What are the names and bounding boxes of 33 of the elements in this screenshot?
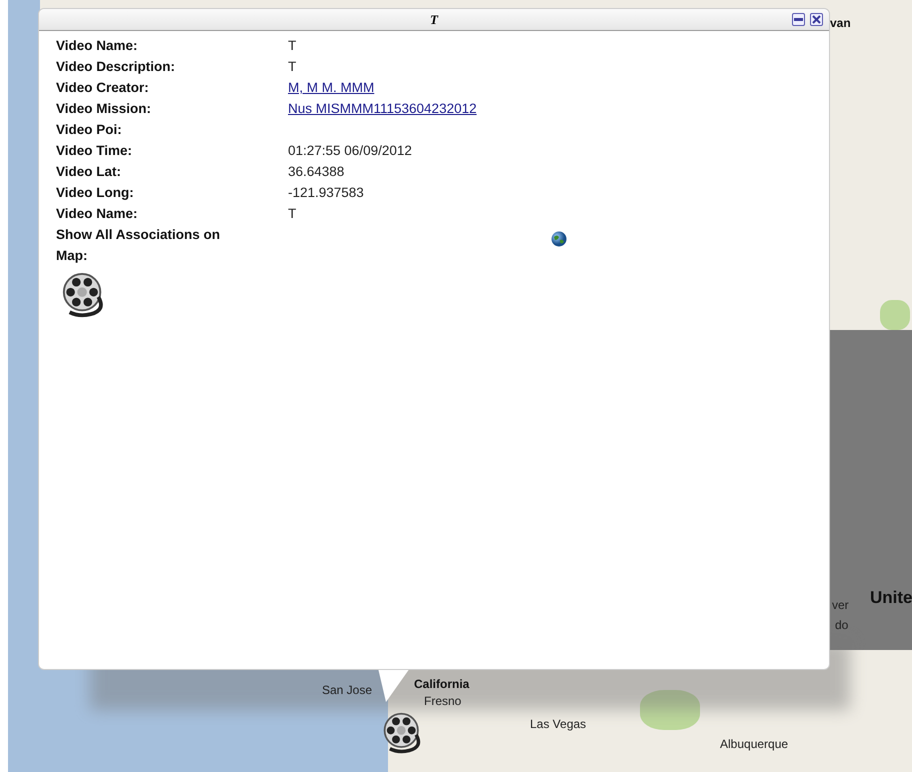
field-label: Video Name: xyxy=(56,37,139,55)
map-label: Albuquerque xyxy=(720,737,788,751)
close-icon xyxy=(812,15,821,24)
field-value: T xyxy=(288,58,298,76)
field-label: Video Long: xyxy=(56,184,135,202)
field-label: Video Time: xyxy=(56,142,134,160)
field-label: Video Creator: xyxy=(56,79,150,97)
minimize-icon xyxy=(794,18,803,21)
map-label: do xyxy=(835,618,848,632)
map-label: van xyxy=(830,16,851,30)
field-label: Video Name: xyxy=(56,205,139,223)
close-button[interactable] xyxy=(810,13,823,26)
field-value: 01:27:55 06/09/2012 xyxy=(288,142,413,160)
map-label: Las Vegas xyxy=(530,717,586,731)
field-label: Video Description: xyxy=(56,58,176,76)
field-value: -121.937583 xyxy=(288,184,365,202)
map-label: ver xyxy=(832,598,849,612)
field-link[interactable]: Nus MISMMM11153604232012 xyxy=(288,98,829,119)
minimize-button[interactable] xyxy=(792,13,805,26)
field-link[interactable]: M, M M. MMM xyxy=(288,77,829,98)
popup-title: T xyxy=(430,12,438,28)
map-label: Unite xyxy=(870,588,912,608)
field-value: T xyxy=(288,37,298,55)
field-label: Show All Associations on Map: xyxy=(56,226,222,265)
field-label: Video Poi: xyxy=(56,121,123,139)
field-label: Video Lat: xyxy=(56,163,122,181)
map-label: Fresno xyxy=(424,694,462,708)
field-label: Video Mission: xyxy=(56,100,152,118)
map-label: California xyxy=(414,677,470,691)
field-value: 36.64388 xyxy=(288,163,346,181)
globe-icon[interactable] xyxy=(550,231,566,247)
field-value: T xyxy=(288,205,298,223)
map-label: San Jose xyxy=(322,683,372,697)
